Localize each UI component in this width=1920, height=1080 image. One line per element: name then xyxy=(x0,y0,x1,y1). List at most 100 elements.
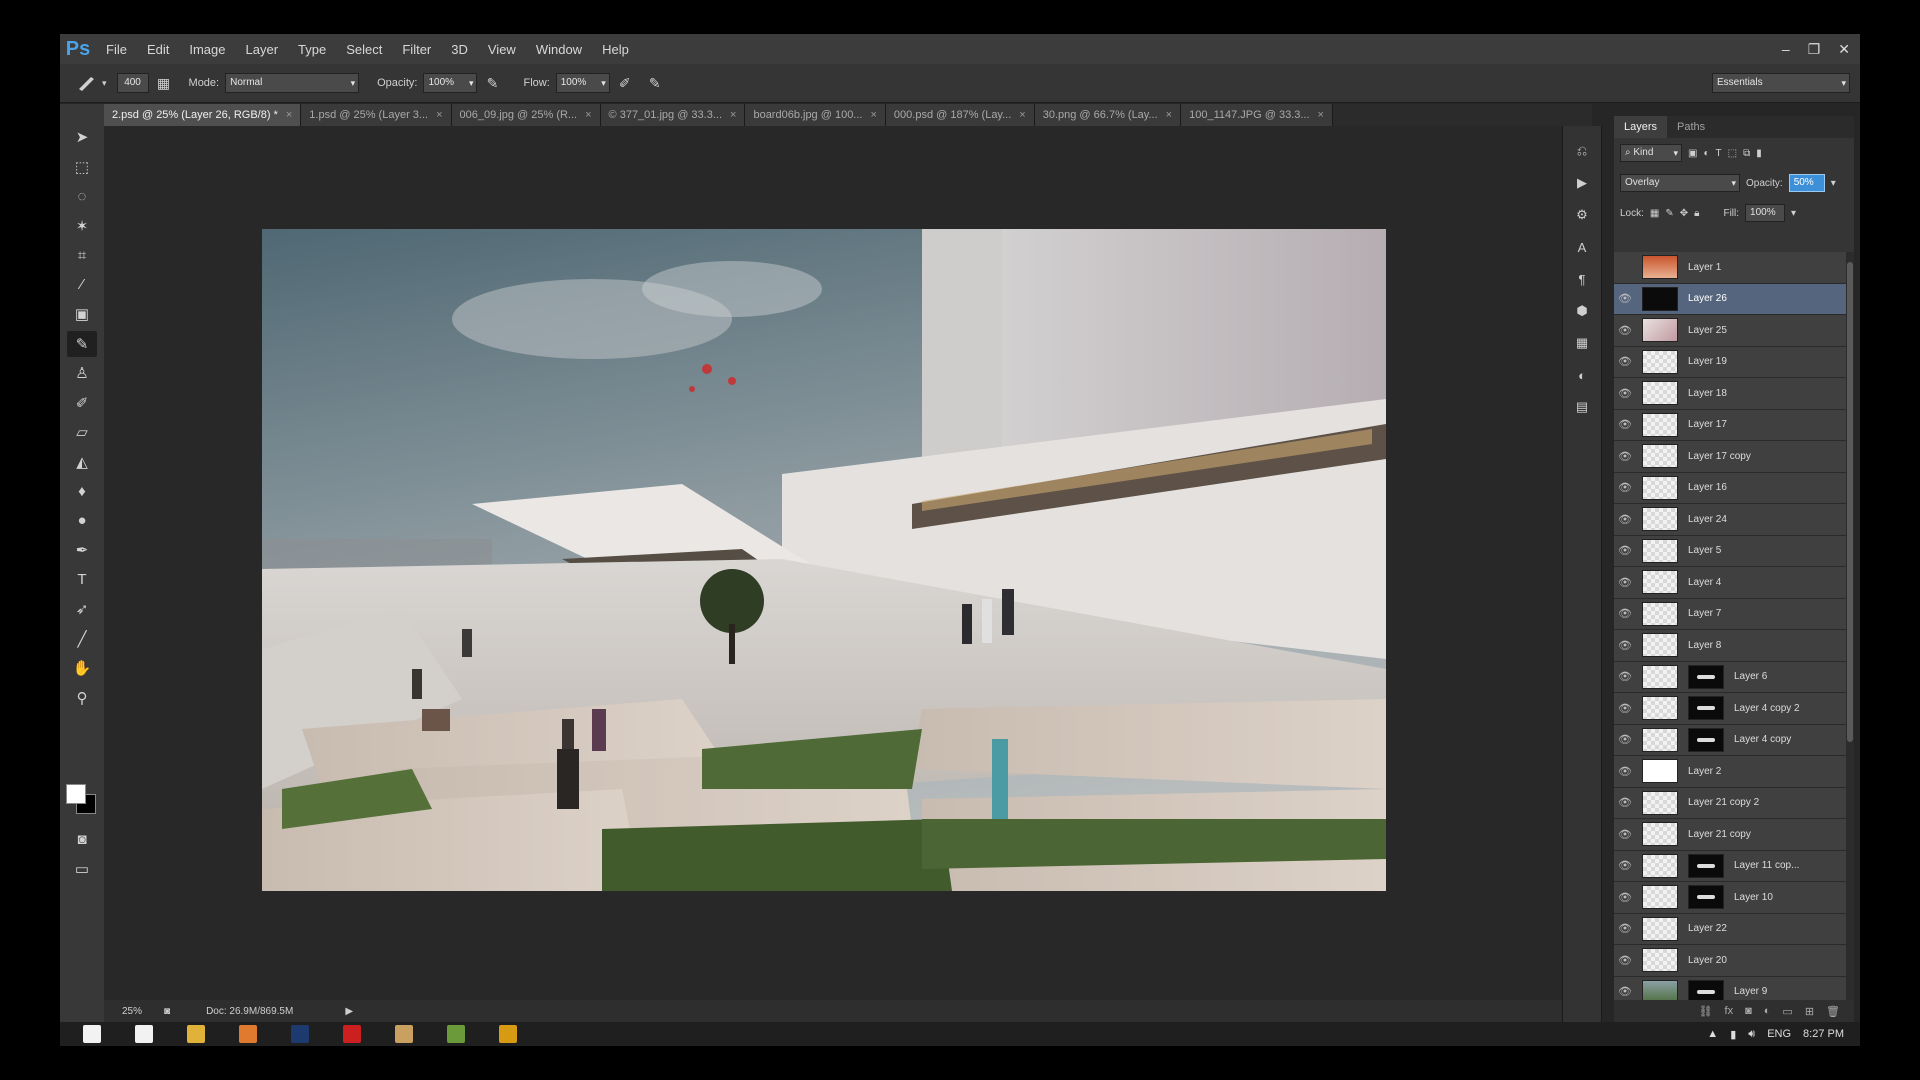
layer-row[interactable]: 👁︎ Layer 24 xyxy=(1614,504,1846,536)
visibility-eye-icon[interactable]: 👁︎ xyxy=(1614,796,1636,809)
chrome-icon[interactable] xyxy=(176,1022,216,1046)
layer-thumbnail[interactable] xyxy=(1642,349,1678,374)
opacity-field[interactable]: 100% xyxy=(423,73,478,93)
new-adjustment-icon[interactable]: ◐ xyxy=(1764,1005,1771,1017)
filter-type-icon[interactable]: T xyxy=(1716,148,1722,159)
menu-edit[interactable]: Edit xyxy=(137,42,179,57)
history-brush-icon[interactable]: ✐ xyxy=(67,390,97,416)
close-icon[interactable]: × xyxy=(1019,109,1025,121)
visibility-eye-icon[interactable]: 👁︎ xyxy=(1614,954,1636,967)
layer-mask-thumbnail[interactable] xyxy=(1688,696,1724,721)
visibility-eye-icon[interactable]: 👁︎ xyxy=(1614,639,1636,652)
lock-position-icon[interactable]: ✥ xyxy=(1680,208,1688,219)
menu-select[interactable]: Select xyxy=(336,42,392,57)
menu-layer[interactable]: Layer xyxy=(236,42,289,57)
layers-scrollbar[interactable] xyxy=(1846,252,1854,1000)
quick-mask-icon[interactable]: ◙ xyxy=(67,826,97,852)
tab-document[interactable]: © 377_01.jpg @ 33.3... × xyxy=(600,104,746,126)
layer-thumbnail[interactable] xyxy=(1642,664,1678,689)
layer-thumbnail[interactable] xyxy=(1642,601,1678,626)
visibility-eye-icon[interactable]: 👁︎ xyxy=(1614,733,1636,746)
opera-icon[interactable] xyxy=(332,1022,372,1046)
delete-layer-icon[interactable]: 🗑︎ xyxy=(1826,1005,1840,1018)
layer-name[interactable]: Layer 17 xyxy=(1688,419,1727,430)
new-group-icon[interactable]: ▭ xyxy=(1782,1005,1792,1018)
move-icon[interactable]: ➤ xyxy=(67,124,97,150)
close-button[interactable]: ✕ xyxy=(1838,41,1850,58)
layer-name[interactable]: Layer 20 xyxy=(1688,955,1727,966)
layer-row[interactable]: 👁︎ Layer 5 xyxy=(1614,535,1846,567)
visibility-eye-icon[interactable]: 👁︎ xyxy=(1614,576,1636,589)
close-icon[interactable]: × xyxy=(730,109,736,121)
layer-name[interactable]: Layer 4 xyxy=(1688,577,1721,588)
layer-name[interactable]: Layer 26 xyxy=(1688,293,1727,304)
gradient-icon[interactable]: ◭ xyxy=(67,449,97,475)
layer-row[interactable]: 👁︎ Layer 19 xyxy=(1614,346,1846,378)
lock-pixels-icon[interactable]: ✎ xyxy=(1665,208,1673,219)
chevron-down-icon[interactable]: ▾ xyxy=(1791,208,1796,219)
visibility-eye-icon[interactable]: 👁︎ xyxy=(1614,418,1636,431)
layer-name[interactable]: Layer 2 xyxy=(1688,766,1721,777)
fill-field[interactable]: 100% xyxy=(1745,204,1786,222)
layer-thumbnail[interactable] xyxy=(1642,286,1678,311)
layer-name[interactable]: Layer 21 copy 2 xyxy=(1688,797,1759,808)
visibility-eye-icon[interactable]: 👁︎ xyxy=(1614,513,1636,526)
character-icon[interactable]: A xyxy=(1569,234,1595,260)
layer-name[interactable]: Layer 16 xyxy=(1688,482,1727,493)
layer-thumbnail[interactable] xyxy=(1642,570,1678,595)
tab-paths[interactable]: Paths xyxy=(1667,116,1715,138)
brush-panel-icon[interactable]: ▦ xyxy=(153,72,175,94)
canvas-area[interactable] xyxy=(104,126,1592,1000)
hand-icon[interactable]: ✋ xyxy=(67,655,97,681)
layer-row[interactable]: 👁︎ Layer 6 xyxy=(1614,661,1846,693)
layer-name[interactable]: Layer 18 xyxy=(1688,388,1727,399)
layer-row[interactable]: 👁︎ Layer 7 xyxy=(1614,598,1846,630)
3d-icon[interactable]: ⬢ xyxy=(1569,298,1595,324)
layer-name[interactable]: Layer 19 xyxy=(1688,356,1727,367)
airbrush-icon[interactable]: ✐ xyxy=(614,72,636,94)
layer-name[interactable]: Layer 10 xyxy=(1734,892,1773,903)
layer-thumbnail[interactable] xyxy=(1642,255,1678,280)
eyedropper-icon[interactable]: ⁄ xyxy=(67,272,97,298)
chevron-down-icon[interactable]: ▾ xyxy=(102,78,107,89)
layer-row[interactable]: 👁︎ Layer 20 xyxy=(1614,945,1846,977)
visibility-eye-icon[interactable]: 👁︎ xyxy=(1614,859,1636,872)
visibility-eye-icon[interactable]: 👁︎ xyxy=(1614,765,1636,778)
menu-type[interactable]: Type xyxy=(288,42,336,57)
layer-name[interactable]: Layer 4 copy 2 xyxy=(1734,703,1800,714)
pressure-size-icon[interactable]: ✎ xyxy=(644,72,666,94)
layer-mask-thumbnail[interactable] xyxy=(1688,979,1724,1000)
visibility-eye-icon[interactable]: 👁︎ xyxy=(1614,544,1636,557)
layer-name[interactable]: Layer 22 xyxy=(1688,923,1727,934)
visibility-eye-icon[interactable]: 👁︎ xyxy=(1614,607,1636,620)
filter-smart-object-icon[interactable]: ⧉ xyxy=(1743,148,1750,159)
visibility-eye-icon[interactable]: 👁︎ xyxy=(1614,702,1636,715)
sketch-app-icon[interactable] xyxy=(384,1022,424,1046)
close-icon[interactable]: × xyxy=(1166,109,1172,121)
screen-mode-icon[interactable]: ▭ xyxy=(67,856,97,882)
layer-row[interactable]: 👁︎ Layer 21 copy xyxy=(1614,819,1846,851)
status-menu-arrow-icon[interactable]: ▶ xyxy=(345,1006,353,1017)
document-canvas[interactable] xyxy=(262,229,1386,891)
close-icon[interactable]: × xyxy=(436,109,442,121)
layer-name[interactable]: Layer 25 xyxy=(1688,325,1727,336)
dodge-icon[interactable]: ● xyxy=(67,508,97,534)
layer-thumbnail[interactable] xyxy=(1642,916,1678,941)
brush-icon[interactable]: ✎ xyxy=(67,330,97,357)
layer-row[interactable]: 👁︎ Layer 18 xyxy=(1614,378,1846,410)
menu-image[interactable]: Image xyxy=(179,42,235,57)
layer-thumbnail[interactable] xyxy=(1642,318,1678,343)
magic-wand-icon[interactable]: ✶ xyxy=(67,213,97,239)
menu-window[interactable]: Window xyxy=(526,42,592,57)
visibility-eye-icon[interactable]: 👁︎ xyxy=(1614,355,1636,368)
layer-row[interactable]: 👁︎ Layer 11 cop... xyxy=(1614,850,1846,882)
brush-size-picker[interactable]: 400 xyxy=(116,73,149,93)
layer-row[interactable]: 👁︎ Layer 10 xyxy=(1614,882,1846,914)
layer-thumbnail[interactable] xyxy=(1642,853,1678,878)
layer-name[interactable]: Layer 4 copy xyxy=(1734,734,1791,745)
workspace-select[interactable]: Essentials xyxy=(1712,73,1850,93)
layer-thumbnail[interactable] xyxy=(1642,444,1678,469)
menu-3d[interactable]: 3D xyxy=(441,42,478,57)
visibility-eye-icon[interactable]: 👁︎ xyxy=(1614,387,1636,400)
tab-document[interactable]: 30.png @ 66.7% (Lay... × xyxy=(1034,104,1182,126)
